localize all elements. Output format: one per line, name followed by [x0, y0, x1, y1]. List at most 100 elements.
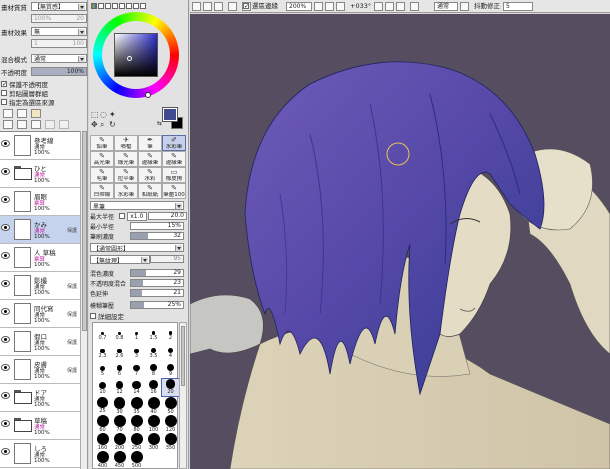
eye-icon[interactable]	[1, 420, 10, 427]
texture-strength-slider[interactable]: 95	[150, 255, 184, 263]
eye-icon[interactable]	[1, 280, 10, 287]
brush-tool-button[interactable]: ✎ 水彩	[138, 167, 162, 183]
swap-colors-icon[interactable]: ⇆	[157, 120, 162, 127]
brush-size-preset[interactable]: 9	[162, 361, 179, 378]
brush-texture-select[interactable]: 【無紋理】	[90, 254, 150, 265]
mixer-mode-icon[interactable]	[119, 3, 125, 9]
brush-size-preset[interactable]: 1.5	[145, 325, 162, 342]
max-radius-slider[interactable]: 20.0	[147, 212, 187, 220]
rotate-icon[interactable]: ↻	[109, 120, 116, 129]
paper-scale-field[interactable]: 100% 20	[31, 14, 87, 23]
brush-tool-button[interactable]: ✎ 鉛筆	[90, 135, 114, 151]
new-linework-layer-icon[interactable]	[17, 109, 27, 118]
effect-width-field[interactable]: 1 100	[31, 39, 87, 48]
brush-size-preset[interactable]: 160	[94, 433, 111, 451]
foreground-color-swatch[interactable]	[162, 107, 178, 122]
invert-selection-icon[interactable]	[214, 2, 223, 11]
brush-size-preset[interactable]: 20	[161, 378, 180, 397]
zoom-reset-icon[interactable]	[336, 2, 345, 11]
eye-icon[interactable]	[1, 392, 10, 399]
brush-size-preset[interactable]: 2.6	[111, 343, 128, 360]
brush-tool-button[interactable]: ✎ 邊緣筆	[162, 151, 186, 167]
layer-row[interactable]: 皮膚 通常 100% 保護	[0, 356, 80, 384]
copy-layer-icon[interactable]	[45, 120, 55, 129]
paper-texture-select[interactable]: 【無質感】	[31, 2, 87, 11]
blur-pressure-slider[interactable]: 25%	[130, 301, 184, 309]
detail-settings-check[interactable]: 詳細設定	[90, 311, 124, 321]
new-folder-icon[interactable]	[31, 109, 41, 118]
brush-size-preset[interactable]: 40	[145, 397, 162, 415]
brush-size-preset[interactable]: 100	[145, 415, 162, 433]
brush-tool-button[interactable]: ▭ 橡皮擦	[162, 167, 186, 183]
brush-size-preset[interactable]: 450	[111, 451, 128, 469]
zoom-in-icon[interactable]	[325, 2, 334, 11]
clear-layer-icon[interactable]	[31, 120, 41, 129]
drawing-canvas[interactable]	[190, 14, 610, 469]
color-picker-marker[interactable]	[127, 56, 132, 61]
rect-select-icon[interactable]: ⬚	[91, 110, 99, 119]
brush-size-preset[interactable]: 12	[111, 379, 128, 396]
stabilizer-select[interactable]: 5	[503, 2, 533, 11]
brush-size-preset[interactable]: 5	[94, 361, 111, 378]
layer-list-scrollbar[interactable]	[80, 131, 87, 469]
scrollbar-thumb[interactable]	[82, 131, 87, 331]
brush-size-preset[interactable]: 4	[162, 343, 179, 360]
brush-size-preset[interactable]: 200	[111, 433, 128, 451]
blend-select[interactable]: 通常	[31, 54, 87, 63]
deselect-icon[interactable]	[203, 2, 212, 11]
layer-row[interactable]: 參考線 通常 100%	[0, 132, 80, 160]
brush-size-preset[interactable]: 14	[128, 379, 145, 396]
brush-size-preset[interactable]: 350	[162, 433, 179, 451]
brush-size-preset[interactable]: 250	[128, 433, 145, 451]
merge-down-icon[interactable]	[17, 120, 27, 129]
layer-row[interactable]: 草稿 通常 100%	[0, 412, 80, 440]
brush-size-preset[interactable]: 7	[128, 361, 145, 378]
brush-size-preset[interactable]: 120	[162, 415, 179, 433]
canvas-blend-select[interactable]: 通常	[434, 2, 458, 11]
eye-icon[interactable]	[1, 448, 10, 455]
transfer-down-icon[interactable]	[3, 120, 13, 129]
selection-source-check[interactable]: 指定為選區來源	[1, 97, 55, 107]
brush-tool-button[interactable]: ✎ 白帶線	[90, 183, 114, 199]
scrollbar-thumb[interactable]	[181, 326, 185, 386]
opacity-slider[interactable]: 100%	[31, 67, 87, 76]
persistence-slider[interactable]: 21	[130, 289, 184, 297]
swatch-mode-icon[interactable]	[133, 3, 139, 9]
hsv-slider-mode-icon[interactable]	[105, 3, 111, 9]
brush-size-preset[interactable]: 30	[111, 397, 128, 415]
brush-tip-select[interactable]: 【通常圓形】	[90, 242, 184, 253]
eye-icon[interactable]	[1, 196, 10, 203]
size-palette-scrollbar[interactable]	[179, 322, 187, 469]
max-radius-multiplier[interactable]: x1.0	[127, 211, 147, 221]
layer-row[interactable]: 影撮 通常 100% 保護	[0, 272, 80, 300]
brush-size-preset[interactable]: 10	[94, 379, 111, 396]
rgb-slider-mode-icon[interactable]	[98, 3, 104, 9]
brush-tool-button[interactable]: ✎ 邊緣筆	[138, 151, 162, 167]
zoom-out-icon[interactable]	[314, 2, 323, 11]
trash-icon[interactable]	[59, 120, 69, 129]
brush-size-preset[interactable]: 3.5	[145, 343, 162, 360]
effect-select[interactable]: 無	[31, 27, 87, 36]
min-radius-slider[interactable]: 15%	[130, 222, 184, 230]
magic-wand-icon[interactable]: ✦	[109, 110, 116, 119]
brush-tool-button[interactable]: ✐ 水彩筆	[162, 135, 186, 151]
brush-tool-button[interactable]: ✎ 水彩筆	[114, 183, 138, 199]
rotate-right-icon[interactable]	[385, 2, 394, 11]
move-icon[interactable]: ✥	[91, 120, 98, 129]
eye-icon[interactable]	[1, 224, 10, 231]
layer-row[interactable]: ドア 通常 100%	[0, 384, 80, 412]
layer-row[interactable]: かみ 通常 100% 保護	[0, 216, 80, 244]
hue-marker[interactable]	[145, 92, 151, 98]
density-slider[interactable]: 32	[130, 232, 184, 240]
layer-row[interactable]: 人 草稿 乘算 100%	[0, 244, 80, 272]
brush-size-preset[interactable]: 60	[94, 415, 111, 433]
brush-tool-button[interactable]: ✎ 拉平筆	[114, 167, 138, 183]
rotate-reset-icon[interactable]	[396, 2, 405, 11]
brush-size-preset[interactable]: 500	[128, 451, 145, 469]
eye-icon[interactable]	[1, 252, 10, 259]
brush-size-preset[interactable]: 3	[128, 343, 145, 360]
layer-row[interactable]: 假口 通常 100% 保護	[0, 328, 80, 356]
layer-row[interactable]: ひと 通常 100%	[0, 160, 80, 188]
brush-size-preset[interactable]: 1	[128, 325, 145, 342]
rotate-left-icon[interactable]	[374, 2, 383, 11]
